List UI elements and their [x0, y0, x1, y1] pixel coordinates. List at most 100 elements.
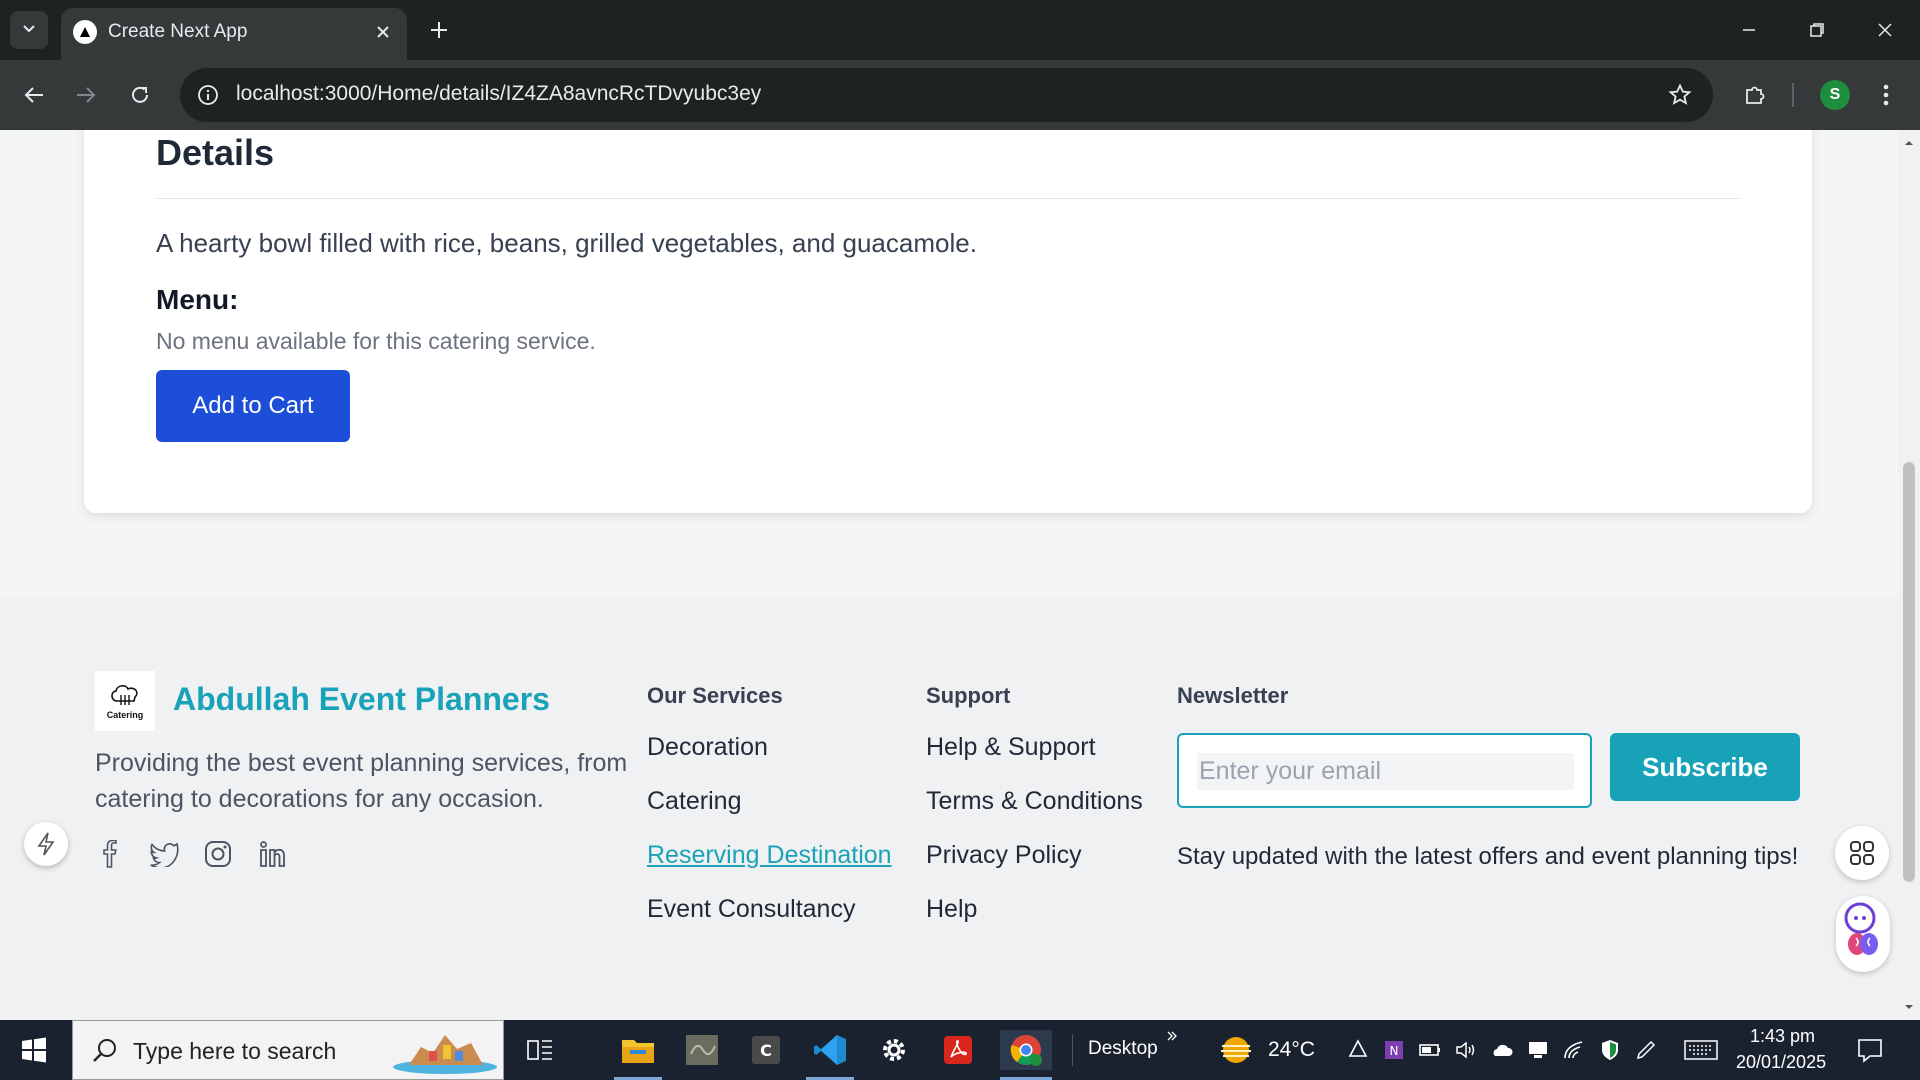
item-description: A hearty bowl filled with rice, beans, g… — [156, 228, 977, 258]
browser-menu-button[interactable] — [1870, 75, 1902, 115]
pen-icon — [1636, 1040, 1656, 1060]
chevron-down-icon — [21, 20, 37, 41]
scroll-up-icon — [1905, 141, 1913, 145]
apps-widget-button[interactable] — [1835, 826, 1889, 880]
c-app-icon[interactable]: C — [744, 1030, 788, 1070]
nextjs-favicon-icon — [73, 20, 97, 44]
vscode-icon[interactable] — [808, 1030, 852, 1070]
browser-tab-active[interactable]: Create Next App — [61, 8, 407, 60]
scroll-down-icon — [1905, 1005, 1913, 1009]
clock-time[interactable]: 1:43 pm — [1750, 1026, 1815, 1047]
linkedin-icon[interactable] — [257, 837, 287, 871]
menu-heading: Menu: — [156, 284, 239, 315]
brand-name[interactable]: Abdullah Event Planners — [173, 681, 550, 718]
task-view-icon[interactable] — [518, 1030, 562, 1070]
newsletter-email-wrapper — [1177, 733, 1592, 808]
services-heading: Our Services — [647, 683, 783, 708]
tab-search-button[interactable] — [10, 11, 48, 49]
instagram-icon[interactable] — [203, 837, 233, 871]
window-close-button[interactable] — [1860, 10, 1910, 50]
settings-gear-icon[interactable] — [872, 1030, 916, 1070]
chrome-icon[interactable] — [1000, 1030, 1052, 1070]
footer-link-help[interactable]: Help — [926, 895, 977, 924]
details-divider — [156, 198, 1740, 199]
minimize-button[interactable] — [1724, 10, 1774, 50]
tab-title: Create Next App — [108, 21, 248, 42]
subscribe-button[interactable]: Subscribe — [1610, 733, 1800, 801]
search-icon — [93, 1039, 116, 1062]
weather-temperature[interactable]: 24°C — [1268, 1038, 1315, 1062]
newsletter-note: Stay updated with the latest offers and … — [1177, 843, 1799, 870]
scrollbar-thumb[interactable] — [1903, 462, 1915, 882]
add-to-cart-button[interactable]: Add to Cart — [156, 370, 350, 442]
wifi-icon — [1564, 1041, 1583, 1059]
windows-logo-icon — [22, 1037, 46, 1063]
onedrive-icon — [1493, 1044, 1513, 1056]
page-viewport: Details A hearty bowl filled with rice, … — [0, 130, 1898, 1020]
footer-link-help-support[interactable]: Help & Support — [926, 733, 1096, 762]
battery-icon — [1419, 1044, 1440, 1056]
ai-assistant-widget[interactable] — [1836, 896, 1890, 972]
details-card: Details A hearty bowl filled with rice, … — [84, 130, 1812, 513]
minimize-icon — [1743, 29, 1755, 31]
site-footer: Catering Abdullah Event Planners Providi… — [0, 597, 1898, 1020]
brand-about: Providing the best event planning servic… — [95, 749, 628, 813]
address-bar[interactable]: localhost:3000/Home/details/IZ4ZA8avncRc… — [180, 68, 1713, 122]
taskbar-search[interactable]: Type here to search — [72, 1020, 504, 1080]
footer-link-decoration[interactable]: Decoration — [647, 733, 768, 762]
newsletter-email-input[interactable] — [1197, 753, 1574, 790]
forward-button[interactable] — [66, 75, 106, 115]
reload-button[interactable] — [120, 75, 160, 115]
ai-brain-icon — [1844, 902, 1878, 955]
taskbar-divider — [1072, 1034, 1073, 1066]
start-button[interactable] — [14, 1034, 54, 1066]
windows-taskbar: Type here to search C Desktop 24°C N 1:4… — [0, 1020, 1920, 1080]
desktop-toolbar-label[interactable]: Desktop — [1088, 1038, 1158, 1060]
close-icon — [377, 26, 389, 38]
toolbar-divider — [1792, 83, 1794, 107]
weather-icon[interactable] — [1216, 1030, 1256, 1070]
arrow-right-icon — [77, 87, 96, 103]
url-text[interactable]: localhost:3000/Home/details/IZ4ZA8avncRc… — [236, 82, 761, 106]
notifications-icon — [1858, 1039, 1882, 1063]
chef-hat-icon — [111, 684, 138, 705]
page-scrollbar[interactable] — [1898, 130, 1920, 1020]
profile-avatar[interactable]: S — [1820, 80, 1850, 110]
footer-link-event-consultancy[interactable]: Event Consultancy — [647, 895, 855, 924]
tab-close-button[interactable] — [371, 20, 395, 44]
facebook-icon[interactable] — [95, 837, 125, 871]
pdf-reader-icon[interactable] — [936, 1030, 980, 1070]
footer-link-terms[interactable]: Terms & Conditions — [926, 787, 1143, 816]
restore-icon — [1810, 23, 1824, 37]
app-thumbnail-icon[interactable] — [680, 1030, 724, 1070]
clock-date[interactable]: 20/01/2025 — [1736, 1052, 1826, 1073]
svg-text:C: C — [760, 1041, 772, 1060]
newsletter-heading: Newsletter — [1177, 683, 1289, 708]
display-icon — [1529, 1042, 1547, 1058]
search-highlight-image-icon — [393, 1035, 497, 1074]
bookmark-star-icon[interactable] — [1665, 80, 1695, 110]
file-explorer-icon[interactable] — [616, 1030, 660, 1070]
menu-empty-message: No menu available for this catering serv… — [156, 328, 596, 354]
puzzle-icon — [1746, 86, 1765, 104]
restore-button[interactable] — [1792, 10, 1842, 50]
extensions-button[interactable] — [1735, 75, 1775, 115]
browser-tab-bar: Create Next App — [0, 0, 1920, 60]
drive-icon — [1348, 1039, 1368, 1057]
site-info-icon[interactable] — [194, 81, 222, 109]
footer-link-reserving-destination[interactable]: Reserving Destination — [647, 841, 892, 870]
twitter-icon[interactable] — [149, 837, 179, 871]
brand-logo[interactable]: Catering — [95, 671, 155, 731]
arrow-left-icon — [24, 87, 43, 103]
footer-link-privacy[interactable]: Privacy Policy — [926, 841, 1082, 870]
taskbar-search-placeholder: Type here to search — [133, 1038, 337, 1064]
quick-action-button[interactable] — [24, 822, 68, 866]
back-button[interactable] — [14, 75, 54, 115]
svg-text:N: N — [1390, 1044, 1399, 1058]
social-links — [95, 837, 287, 871]
keyboard-icon — [1684, 1040, 1718, 1060]
details-heading: Details — [156, 132, 275, 173]
support-heading: Support — [926, 683, 1011, 708]
new-tab-button[interactable] — [424, 13, 454, 47]
footer-link-catering[interactable]: Catering — [647, 787, 742, 816]
